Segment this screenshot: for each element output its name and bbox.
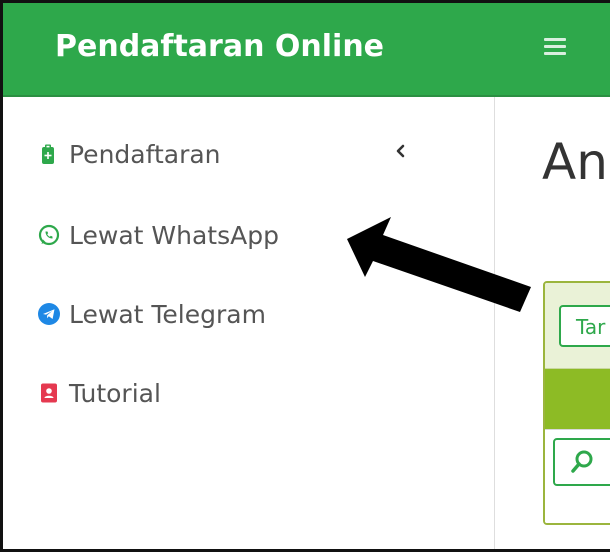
main-content: An Tar xyxy=(496,97,610,549)
sidebar-item-label: Lewat Telegram xyxy=(69,299,266,329)
search-button[interactable] xyxy=(553,438,610,486)
clipboard-icon xyxy=(37,142,61,166)
contact-book-icon xyxy=(37,381,61,405)
sidebar: Pendaftaran Lewat WhatsApp Lewat Telegra… xyxy=(3,97,495,549)
card-header: Tar xyxy=(545,283,610,369)
sidebar-item-label: Tutorial xyxy=(69,378,161,408)
hamburger-menu-icon[interactable] xyxy=(544,36,566,58)
chevron-left-icon[interactable] xyxy=(393,141,409,161)
sidebar-item-telegram[interactable]: Lewat Telegram xyxy=(37,294,266,334)
content-card: Tar xyxy=(543,281,610,525)
page-title: An xyxy=(542,133,608,191)
card-table-header xyxy=(545,369,610,429)
sidebar-item-whatsapp[interactable]: Lewat WhatsApp xyxy=(37,215,279,255)
brand-title[interactable]: Pendaftaran Online xyxy=(55,21,384,71)
card-body xyxy=(545,429,610,523)
top-navbar: Pendaftaran Online xyxy=(3,3,610,97)
screenshot-frame: Pendaftaran Online Pendaftaran Lewat Wha… xyxy=(0,0,610,552)
sidebar-item-label: Pendaftaran xyxy=(69,139,221,169)
telegram-icon xyxy=(37,302,61,326)
whatsapp-icon xyxy=(37,223,61,247)
sidebar-item-tutorial[interactable]: Tutorial xyxy=(37,373,161,413)
sidebar-item-pendaftaran[interactable]: Pendaftaran xyxy=(37,134,221,174)
card-header-button[interactable]: Tar xyxy=(559,305,610,347)
search-icon xyxy=(571,450,593,473)
sidebar-item-label: Lewat WhatsApp xyxy=(69,220,279,250)
